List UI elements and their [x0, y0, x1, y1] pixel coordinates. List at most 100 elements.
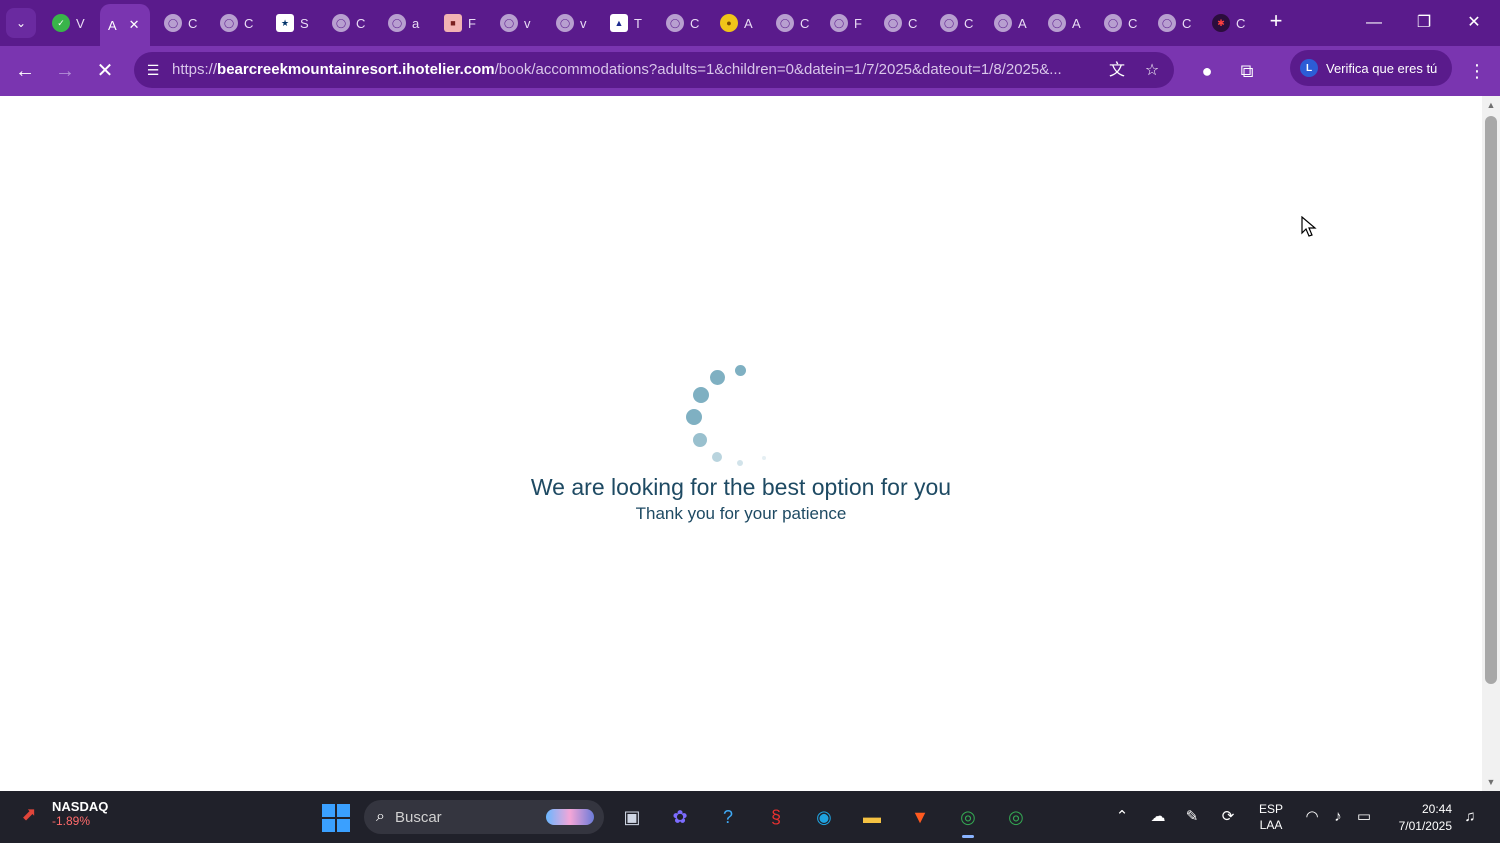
tab-close-icon[interactable]: ✕ — [129, 17, 140, 33]
tab-title: C — [356, 15, 366, 31]
address-bar[interactable]: ☰ https://bearcreekmountainresort.ihotel… — [134, 52, 1174, 88]
stop-loading-icon[interactable]: ✕ — [92, 58, 118, 84]
green-circle-favicon-icon: ✓ — [52, 14, 70, 32]
site-info-icon[interactable]: ☰ — [144, 61, 162, 79]
forward-arrow-icon[interactable]: → — [52, 58, 78, 84]
avatar: L — [1300, 59, 1318, 77]
url-prefix: https:// — [172, 61, 218, 78]
stock-widget[interactable]: ⬈ NASDAQ -1.89% — [16, 799, 108, 828]
loading-spinner-icon — [680, 360, 780, 470]
tab-title: F — [854, 15, 862, 31]
spinner-dot — [735, 365, 746, 376]
notification-bell-icon[interactable]: ♫ — [1458, 805, 1482, 829]
menu-kebab-icon[interactable]: ⋮ — [1464, 58, 1490, 84]
profile-button[interactable]: L Verifica que eres tú — [1290, 50, 1452, 86]
chrome-active-icon[interactable]: ◎ — [952, 801, 984, 838]
tab-7[interactable]: ◯ v — [500, 8, 531, 38]
tab-title: C — [800, 15, 810, 31]
tab-1[interactable]: ◯ C — [164, 8, 197, 38]
spinner-dot — [712, 452, 722, 462]
bookmark-star-icon[interactable]: ☆ — [1141, 60, 1163, 82]
tab-13[interactable]: ◯ F — [830, 8, 862, 38]
system-clock[interactable]: 20:44 7/01/2025 — [1388, 801, 1452, 835]
clock-time: 20:44 — [1421, 802, 1452, 816]
globe-favicon-icon: ◯ — [884, 14, 902, 32]
profile-label: Verifica que eres tú — [1326, 60, 1438, 76]
start-windows-icon[interactable] — [322, 804, 350, 832]
scroll-up-icon[interactable]: ▲ — [1482, 98, 1500, 112]
tab-8[interactable]: ◯ v — [556, 8, 587, 38]
onedrive-cloud-icon[interactable]: ☁ — [1146, 805, 1170, 829]
file-explorer-icon[interactable]: ▬ — [856, 801, 888, 833]
tab-title: C — [908, 15, 918, 31]
tab-title: T — [634, 15, 642, 31]
globe-favicon-icon: ◯ — [830, 14, 848, 32]
task-view-icon[interactable]: ▣ — [616, 801, 648, 833]
restore-icon[interactable]: ❐ — [1406, 8, 1442, 38]
help-icon[interactable]: ? — [712, 801, 744, 833]
language-indicator[interactable]: ESP LAA — [1256, 801, 1286, 833]
app-red-s-icon[interactable]: § — [760, 801, 792, 833]
search-icon: ⌕ — [376, 808, 385, 825]
new-tab-button[interactable]: + — [1264, 10, 1288, 34]
tab-20[interactable]: ✱ C — [1212, 8, 1245, 38]
globe-favicon-icon: ◯ — [500, 14, 518, 32]
tab-title: F — [468, 15, 476, 31]
extension-circle-icon[interactable]: ● — [1194, 58, 1220, 84]
globe-favicon-icon: ◯ — [164, 14, 182, 32]
lang-layout: LAA — [1259, 818, 1283, 832]
tab-11[interactable]: ● A — [720, 8, 753, 38]
spinner-dot — [710, 370, 725, 385]
tab-2[interactable]: ◯ C — [220, 8, 253, 38]
close-window-icon[interactable]: ✕ — [1456, 8, 1492, 38]
url-text[interactable]: https://bearcreekmountainresort.ihotelie… — [172, 61, 1092, 79]
scroll-thumb[interactable] — [1485, 116, 1497, 684]
tab-0[interactable]: ✓ V — [52, 8, 85, 38]
pen-icon[interactable]: ✎ — [1180, 805, 1204, 829]
page-scrollbar[interactable]: ▲ ▼ — [1482, 96, 1500, 791]
tab-title: S — [300, 15, 309, 31]
active-tab[interactable]: A ✕ — [100, 4, 150, 46]
globe-favicon-icon: ◯ — [1158, 14, 1176, 32]
volume-icon[interactable]: ♪ — [1326, 805, 1350, 829]
tab-3[interactable]: ★ S — [276, 8, 309, 38]
globe-favicon-icon: ◯ — [994, 14, 1012, 32]
minimize-icon[interactable]: — — [1356, 8, 1392, 38]
tab-title: v — [580, 15, 587, 31]
tray-chevron-up-icon[interactable]: ⌃ — [1110, 805, 1134, 829]
tab-4[interactable]: ◯ C — [332, 8, 365, 38]
translate-icon[interactable]: 文 — [1106, 60, 1128, 82]
tab-17[interactable]: ◯ A — [1048, 8, 1081, 38]
battery-icon[interactable]: ▭ — [1352, 805, 1376, 829]
tab-15[interactable]: ◯ C — [940, 8, 973, 38]
tab-18[interactable]: ◯ C — [1104, 8, 1137, 38]
tab-6[interactable]: ■ F — [444, 8, 476, 38]
tab-10[interactable]: ◯ C — [666, 8, 699, 38]
back-arrow-icon[interactable]: ← — [12, 58, 38, 84]
tab-19[interactable]: ◯ C — [1158, 8, 1191, 38]
copilot-icon[interactable]: ✿ — [664, 801, 696, 833]
tab-16[interactable]: ◯ A — [994, 8, 1027, 38]
edge-icon[interactable]: ◉ — [808, 801, 840, 833]
tab-strip: ⌄ ✓ V A ✕ ◯ C ◯ C ★ S ◯ C ◯ a ■ F ◯ v ◯ v ▲ T ◯ C … — [0, 0, 1500, 46]
brave-icon[interactable]: ▼ — [904, 801, 936, 833]
spinner-dot — [693, 387, 709, 403]
sync-icon[interactable]: ⟳ — [1216, 805, 1240, 829]
tab-title: V — [76, 15, 85, 31]
globe-favicon-icon: ◯ — [940, 14, 958, 32]
tab-title: v — [524, 15, 531, 31]
url-path: /book/accommodations?adults=1&children=0… — [494, 61, 1062, 78]
tab-9[interactable]: ▲ T — [610, 8, 642, 38]
tab-search-chevron-icon[interactable]: ⌄ — [6, 8, 36, 38]
scroll-down-icon[interactable]: ▼ — [1482, 775, 1500, 789]
widget-value: -1.89% — [52, 814, 91, 828]
tab-14[interactable]: ◯ C — [884, 8, 917, 38]
tab-12[interactable]: ◯ C — [776, 8, 809, 38]
flag-favicon-icon: ▲ — [610, 14, 628, 32]
taskbar-search[interactable]: ⌕ Buscar — [364, 800, 604, 834]
chrome-profile-icon[interactable]: ◎ — [1000, 801, 1032, 833]
extensions-puzzle-icon[interactable]: ⧉ — [1234, 58, 1260, 84]
tab-title: A — [744, 15, 753, 31]
tab-5[interactable]: ◯ a — [388, 8, 419, 38]
wifi-icon[interactable]: ◠ — [1300, 805, 1324, 829]
